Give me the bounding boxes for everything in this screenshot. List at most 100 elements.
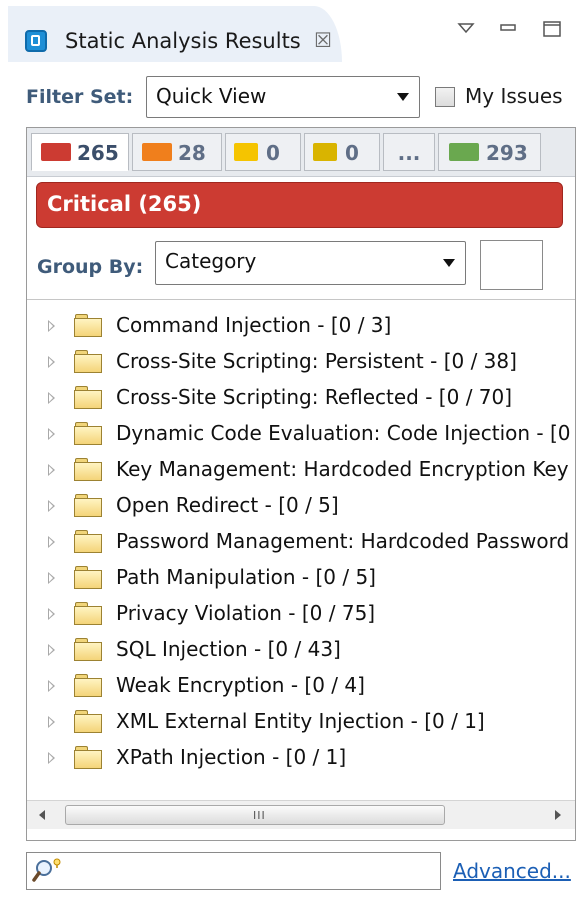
search-field[interactable] [26, 852, 441, 890]
view-tab[interactable]: Static Analysis Results ☒ [8, 6, 342, 62]
scroll-left-icon[interactable] [39, 810, 45, 820]
folder-icon [74, 709, 102, 733]
all-swatch [449, 143, 479, 161]
tree-item[interactable]: Cross-Site Scripting: Reflected - [0 / 7… [27, 380, 575, 416]
tree-item[interactable]: Cross-Site Scripting: Persistent - [0 / … [27, 344, 575, 380]
folder-icon [74, 421, 102, 445]
low-swatch [313, 143, 337, 161]
tab-count: 265 [77, 141, 119, 165]
tree-item-label: Cross-Site Scripting: Persistent - [0 / … [116, 349, 517, 373]
folder-icon [74, 637, 102, 661]
search-input[interactable] [71, 855, 439, 889]
my-issues-checkbox[interactable] [435, 87, 455, 107]
tab-high[interactable]: 28 [132, 133, 222, 171]
folder-icon [74, 529, 102, 553]
tree-item[interactable]: Password Management: Hardcoded Password … [27, 524, 575, 560]
folder-icon [74, 349, 102, 373]
tree-item[interactable]: SQL Injection - [0 / 43] [27, 632, 575, 668]
tab-count: 0 [345, 141, 359, 165]
tab-count: 0 [266, 141, 280, 165]
maximize-icon[interactable] [538, 14, 566, 42]
tab-all[interactable]: 293 [438, 133, 541, 171]
high-swatch [142, 143, 172, 161]
folder-icon [74, 457, 102, 481]
expand-icon[interactable] [48, 572, 55, 584]
tree-item-label: Command Injection - [0 / 3] [116, 313, 392, 337]
static-analysis-icon [25, 30, 47, 52]
medium-swatch [234, 143, 258, 161]
tab-more[interactable]: ... [383, 133, 435, 171]
view-header: Static Analysis Results ☒ [0, 0, 587, 62]
expand-icon[interactable] [48, 500, 55, 512]
tree-item[interactable]: XPath Injection - [0 / 1] [27, 740, 575, 776]
priority-header: Critical (265) [36, 182, 563, 228]
filter-set-value: Quick View [156, 84, 267, 108]
expand-icon[interactable] [48, 752, 55, 764]
tab-count: 28 [178, 141, 206, 165]
issue-tree: Command Injection - [0 / 3] Cross-Site S… [27, 300, 575, 796]
tree-item[interactable]: XML External Entity Injection - [0 / 1] [27, 704, 575, 740]
folder-icon [74, 493, 102, 517]
tree-item-label: Privacy Violation - [0 / 75] [116, 601, 376, 625]
chevron-down-icon [397, 93, 409, 101]
priority-tab-bar: 265 28 0 0 ... 293 [27, 128, 575, 177]
tree-item-label: Cross-Site Scripting: Reflected - [0 / 7… [116, 385, 513, 409]
scroll-right-icon[interactable] [555, 810, 561, 820]
tree-item-label: XML External Entity Injection - [0 / 1] [116, 709, 485, 733]
tree-item-label: Open Redirect - [0 / 5] [116, 493, 339, 517]
my-issues-label[interactable]: My Issues [465, 84, 563, 108]
expand-icon[interactable] [48, 716, 55, 728]
group-by-extra-button[interactable] [480, 240, 543, 290]
folder-icon [74, 385, 102, 409]
filter-set-dropdown[interactable]: Quick View [146, 76, 420, 118]
scrollbar-thumb[interactable]: III [65, 805, 445, 825]
folder-icon [74, 745, 102, 769]
priority-header-label: Critical (265) [47, 192, 202, 216]
scrollbar-grip: III [253, 809, 266, 822]
tree-item-label: Path Manipulation - [0 / 5] [116, 565, 376, 589]
tree-item-label: Weak Encryption - [0 / 4] [116, 673, 365, 697]
tree-item[interactable]: Dynamic Code Evaluation: Code Injection … [27, 416, 575, 452]
expand-icon[interactable] [48, 608, 55, 620]
folder-icon [74, 313, 102, 337]
group-by-dropdown[interactable]: Category [155, 241, 466, 285]
tab-count: ... [397, 141, 421, 165]
tree-item-label: SQL Injection - [0 / 43] [116, 637, 341, 661]
tab-critical[interactable]: 265 [31, 133, 129, 171]
expand-icon[interactable] [48, 356, 55, 368]
tree-item[interactable]: Weak Encryption - [0 / 4] [27, 668, 575, 704]
expand-icon[interactable] [48, 320, 55, 332]
minimize-icon[interactable] [494, 14, 522, 42]
group-by-label: Group By: [37, 256, 144, 278]
horizontal-scrollbar[interactable]: III [27, 800, 575, 829]
tree-item[interactable]: Privacy Violation - [0 / 75] [27, 596, 575, 632]
chevron-down-icon [443, 259, 455, 267]
view-menu-icon[interactable] [452, 14, 480, 42]
tab-low[interactable]: 0 [304, 133, 380, 171]
expand-icon[interactable] [48, 392, 55, 404]
folder-icon [74, 565, 102, 589]
tree-item[interactable]: Open Redirect - [0 / 5] [27, 488, 575, 524]
search-icon[interactable] [31, 856, 65, 886]
advanced-link[interactable]: Advanced... [453, 859, 571, 883]
tree-item[interactable]: Command Injection - [0 / 3] [27, 308, 575, 344]
tree-item[interactable]: Key Management: Hardcoded Encryption Key… [27, 452, 575, 488]
group-by-value: Category [165, 249, 257, 273]
tree-item[interactable]: Path Manipulation - [0 / 5] [27, 560, 575, 596]
folder-icon [74, 673, 102, 697]
results-panel: 265 28 0 0 ... 293 Critical (265) Group … [26, 127, 576, 841]
tab-medium[interactable]: 0 [225, 133, 301, 171]
folder-icon [74, 601, 102, 625]
tree-item-label: XPath Injection - [0 / 1] [116, 745, 347, 769]
tree-item-label: Password Management: Hardcoded Password … [116, 529, 575, 553]
critical-swatch [41, 143, 71, 161]
expand-icon[interactable] [48, 680, 55, 692]
close-icon[interactable]: ☒ [311, 28, 335, 52]
expand-icon[interactable] [48, 644, 55, 656]
view-title: Static Analysis Results [65, 29, 301, 53]
tree-item-label: Dynamic Code Evaluation: Code Injection … [116, 421, 575, 445]
expand-icon[interactable] [48, 428, 55, 440]
expand-icon[interactable] [48, 536, 55, 548]
expand-icon[interactable] [48, 464, 55, 476]
tree-item-label: Key Management: Hardcoded Encryption Key… [116, 457, 575, 481]
